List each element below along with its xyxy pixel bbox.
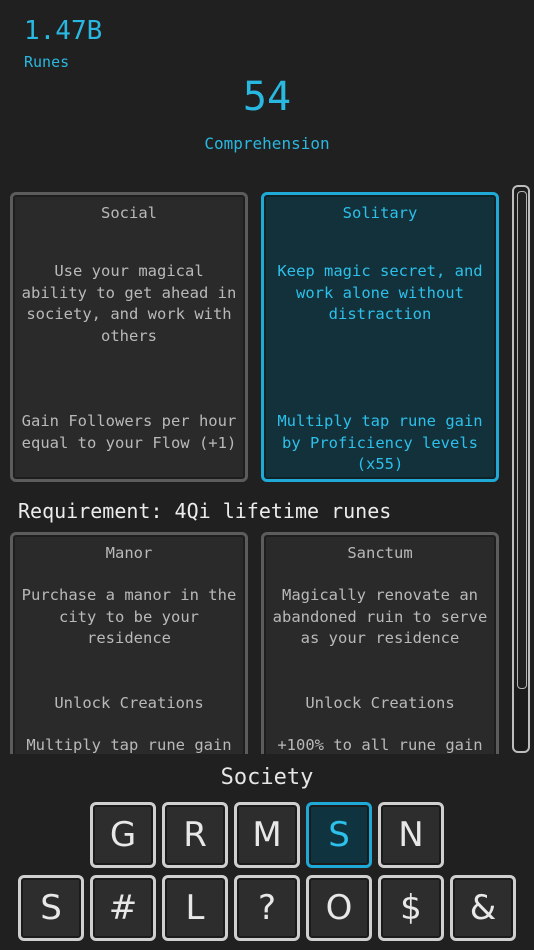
key-n[interactable]: N	[378, 802, 444, 868]
comprehension-label: Comprehension	[204, 134, 330, 153]
requirement-text: Requirement: 4Qi lifetime runes	[18, 499, 392, 523]
choice-card-manor[interactable]: Manor Purchase a manor in the city to be…	[10, 532, 248, 754]
card-title: Manor	[105, 544, 153, 562]
choice-card-solitary[interactable]: Solitary Keep magic secret, and work alo…	[261, 192, 499, 482]
upgrade-list[interactable]: Social Use your magical ability to get a…	[0, 186, 512, 754]
key-g[interactable]: G	[90, 802, 156, 868]
card-effect-secondary: Multiply tap rune gain	[26, 736, 232, 754]
card-effect: Gain Followers per hour equal to your Fl…	[21, 412, 237, 452]
card-title: Social	[101, 204, 157, 222]
card-title: Sanctum	[347, 544, 413, 562]
card-effect: Unlock Creations	[305, 694, 455, 712]
tab-label: Society	[220, 765, 314, 790]
card-effect: Multiply tap rune gain by Proficiency le…	[277, 412, 483, 473]
runes-value: 1.47B	[24, 16, 103, 46]
key-hash[interactable]: #	[90, 875, 156, 941]
comprehension-value: 54	[242, 74, 292, 120]
runes-label: Runes	[24, 53, 70, 71]
key-r[interactable]: R	[162, 802, 228, 868]
card-effect-secondary: +100% to all rune gain	[277, 736, 483, 754]
scrollbar-thumb[interactable]	[517, 191, 527, 689]
scrollbar[interactable]	[512, 185, 530, 753]
card-description: Purchase a manor in the city to be your …	[21, 586, 237, 647]
key-o[interactable]: O	[306, 875, 372, 941]
key-s[interactable]: S	[18, 875, 84, 941]
card-description: Magically renovate an abandoned ruin to …	[272, 586, 488, 647]
card-effect: Unlock Creations	[54, 694, 204, 712]
key-s-society[interactable]: S	[306, 802, 372, 868]
card-description: Use your magical ability to get ahead in…	[21, 262, 237, 345]
choice-card-sanctum[interactable]: Sanctum Magically renovate an abandoned …	[261, 532, 499, 754]
card-title: Solitary	[342, 204, 418, 222]
key-l[interactable]: L	[162, 875, 228, 941]
key-m[interactable]: M	[234, 802, 300, 868]
key-ampersand[interactable]: &	[450, 875, 516, 941]
key-question[interactable]: ?	[234, 875, 300, 941]
choice-card-social[interactable]: Social Use your magical ability to get a…	[10, 192, 248, 482]
card-description: Keep magic secret, and work alone withou…	[277, 262, 483, 323]
header: 1.47B Runes 54 Comprehension	[0, 0, 534, 170]
key-dollar[interactable]: $	[378, 875, 444, 941]
